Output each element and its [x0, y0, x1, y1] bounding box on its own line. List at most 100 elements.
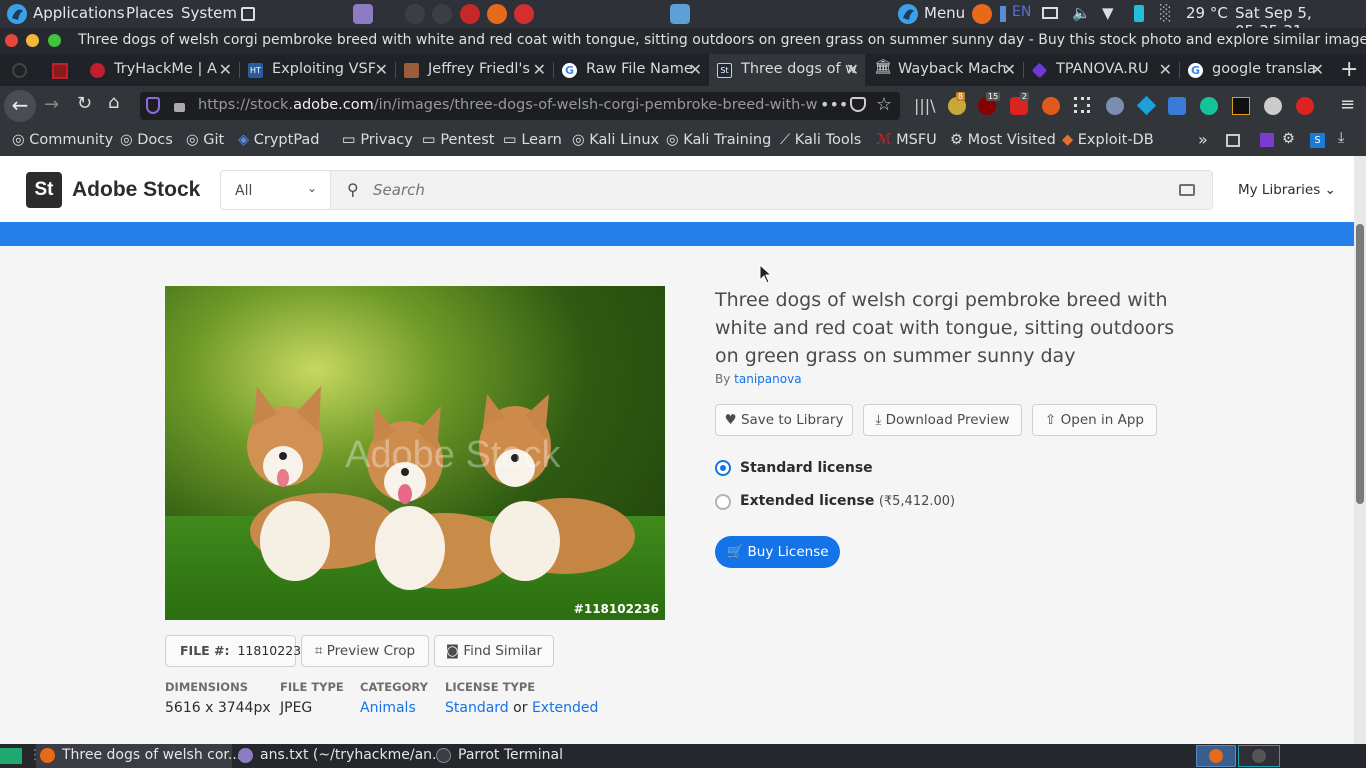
- bookmark-star-icon[interactable]: ☆: [876, 94, 892, 115]
- close-tab-icon[interactable]: ✕: [1311, 60, 1324, 79]
- firefox-tray-icon[interactable]: [972, 4, 992, 24]
- extension-4-icon[interactable]: [1296, 97, 1314, 115]
- save-to-library-button[interactable]: ♥ Save to Library: [715, 404, 853, 436]
- close-window-button[interactable]: [5, 34, 18, 47]
- apps-grid-icon[interactable]: [1074, 97, 1090, 113]
- extended-license-link[interactable]: Extended: [532, 700, 599, 716]
- my-libraries-button[interactable]: My Libraries ⌄: [1238, 182, 1336, 198]
- back-button[interactable]: ←: [4, 90, 36, 122]
- downloads-icon[interactable]: ⤓: [1338, 130, 1344, 146]
- extension-6-icon[interactable]: ⚙: [1282, 131, 1295, 147]
- adobe-stock-logo-icon[interactable]: St: [26, 172, 62, 208]
- taskbar-item-firefox[interactable]: Three dogs of welsh cor...: [36, 744, 241, 768]
- close-tab-icon[interactable]: ✕: [219, 60, 232, 79]
- grammarly-icon[interactable]: [1200, 97, 1218, 115]
- tab-pinned-0[interactable]: [0, 54, 40, 86]
- bookmark-exploit-db[interactable]: ◆ Exploit-DB: [1062, 132, 1154, 148]
- close-tab-icon[interactable]: ✕: [1159, 60, 1172, 79]
- url-text[interactable]: https://stock.adobe.com/in/images/three-…: [198, 97, 818, 113]
- category-link[interactable]: Animals: [360, 700, 416, 716]
- taskbar-item-terminal[interactable]: Parrot Terminal: [434, 744, 630, 768]
- terminal-launcher-icon[interactable]: [405, 4, 425, 24]
- close-tab-icon[interactable]: ✕: [375, 60, 388, 79]
- visual-search-camera-icon[interactable]: [1179, 184, 1195, 196]
- minimize-window-button[interactable]: [26, 34, 39, 47]
- system-menu[interactable]: System: [181, 4, 237, 22]
- tab-google-translate[interactable]: G google transla ✕: [1180, 54, 1330, 86]
- new-tab-button[interactable]: +: [1340, 57, 1358, 82]
- url-bar[interactable]: https://stock.adobe.com/in/images/three-…: [140, 92, 900, 120]
- close-tab-icon[interactable]: ✕: [533, 60, 546, 79]
- notes-launcher-icon[interactable]: [670, 4, 690, 24]
- scrollbar-thumb[interactable]: [1356, 224, 1364, 504]
- preview-crop-button[interactable]: ⌗ Preview Crop: [301, 635, 429, 667]
- metasploit-launcher-icon[interactable]: [460, 4, 480, 24]
- tab-pinned-1[interactable]: [40, 54, 80, 86]
- menu-logo-icon[interactable]: [897, 3, 919, 25]
- open-in-app-button[interactable]: ⇧ Open in App: [1032, 404, 1157, 436]
- lock-icon[interactable]: [174, 103, 185, 112]
- home-button[interactable]: ⌂: [108, 92, 119, 113]
- root-terminal-launcher-icon[interactable]: [432, 4, 452, 24]
- bookmark-cryptpad[interactable]: ◈ CryptPad: [238, 132, 320, 148]
- extended-license-label[interactable]: Extended license (₹5,412.00): [740, 493, 955, 509]
- menu-button[interactable]: Menu: [924, 4, 965, 22]
- bookmarks-overflow-icon[interactable]: »: [1198, 130, 1208, 149]
- panel-launcher-icon[interactable]: [241, 7, 255, 21]
- download-preview-button[interactable]: ⤓ Download Preview: [863, 404, 1022, 436]
- tab-exploiting-vsftpd[interactable]: HT Exploiting VSF ✕: [240, 54, 394, 86]
- foxyproxy-icon[interactable]: [1042, 97, 1060, 115]
- keyboard-layout-indicator[interactable]: EN: [1012, 4, 1031, 20]
- parrot-logo-icon[interactable]: [6, 3, 28, 25]
- extension-7-icon[interactable]: S: [1310, 133, 1325, 148]
- tracking-protection-icon[interactable]: [146, 97, 160, 114]
- bookmark-kali-linux[interactable]: ◎ Kali Linux: [572, 132, 659, 148]
- tab-wayback-machine[interactable]: 🏛 Wayback Mach ✕: [866, 54, 1022, 86]
- forward-button[interactable]: →: [44, 94, 59, 115]
- pocket-icon[interactable]: [850, 97, 866, 112]
- tab-three-dogs[interactable]: St Three dogs of w ✕: [709, 54, 865, 86]
- page-actions-icon[interactable]: •••: [820, 95, 848, 114]
- tab-tryhackme[interactable]: TryHackMe | A ✕: [82, 54, 238, 86]
- find-similar-button[interactable]: ◙ Find Similar: [434, 635, 554, 667]
- author-link[interactable]: tanipanova: [734, 372, 801, 386]
- reload-button[interactable]: ↻: [77, 93, 92, 114]
- text-editor-launcher-icon[interactable]: [353, 4, 373, 24]
- wifi-icon[interactable]: ▼: [1102, 4, 1114, 22]
- bookmark-docs[interactable]: ◎ Docs: [120, 132, 173, 148]
- wappalyzer-icon[interactable]: [1136, 95, 1157, 116]
- stock-photo[interactable]: Adobe Stock #118102236: [165, 286, 665, 620]
- tab-jeffrey-friedl[interactable]: Jeffrey Friedl's ✕: [396, 54, 552, 86]
- search-filter-dropdown[interactable]: All ⌄: [221, 171, 331, 209]
- firefox-launcher-icon[interactable]: [487, 4, 507, 24]
- temperature-label[interactable]: 29 °C: [1186, 4, 1228, 22]
- translate-icon[interactable]: [1168, 97, 1186, 115]
- tab-tpanova[interactable]: TPANOVA.RU ✕: [1024, 54, 1178, 86]
- user-agent-icon[interactable]: [1106, 97, 1124, 115]
- buy-license-button[interactable]: 🛒 Buy License: [715, 536, 840, 568]
- close-tab-icon[interactable]: ✕: [689, 60, 702, 79]
- battery-icon[interactable]: [1134, 5, 1144, 22]
- workspace-1[interactable]: [1196, 745, 1236, 767]
- taskbar-item-text-editor[interactable]: ans.txt (~/tryhackme/an...: [236, 744, 445, 768]
- bookmark-folder-pentest[interactable]: ▭ Pentest: [422, 132, 495, 148]
- record-launcher-icon[interactable]: [514, 4, 534, 24]
- applications-menu[interactable]: Applications: [33, 4, 125, 22]
- standard-license-label[interactable]: Standard license: [740, 460, 873, 476]
- bookmark-msfu[interactable]: ℳ MSFU: [876, 132, 937, 148]
- hamburger-menu-icon[interactable]: ≡: [1340, 94, 1355, 115]
- show-desktop-button[interactable]: [0, 748, 22, 764]
- adobe-stock-logo-text[interactable]: Adobe Stock: [72, 178, 200, 202]
- display-icon[interactable]: [1042, 7, 1058, 19]
- extended-license-radio[interactable]: [715, 494, 731, 510]
- standard-license-link[interactable]: Standard: [445, 700, 509, 716]
- bookmark-most-visited[interactable]: ⚙ Most Visited: [950, 132, 1056, 148]
- volume-icon[interactable]: 🔈: [1072, 4, 1091, 22]
- extension-3-icon[interactable]: [1264, 97, 1282, 115]
- terminal-ext-icon[interactable]: [1232, 97, 1250, 115]
- bookmark-community[interactable]: ◎ Community: [12, 132, 113, 148]
- maximize-window-button[interactable]: [48, 34, 61, 47]
- bookmark-folder-privacy[interactable]: ▭ Privacy: [342, 132, 413, 148]
- search-input[interactable]: [373, 177, 1153, 203]
- sidebar-icon[interactable]: [1226, 134, 1240, 147]
